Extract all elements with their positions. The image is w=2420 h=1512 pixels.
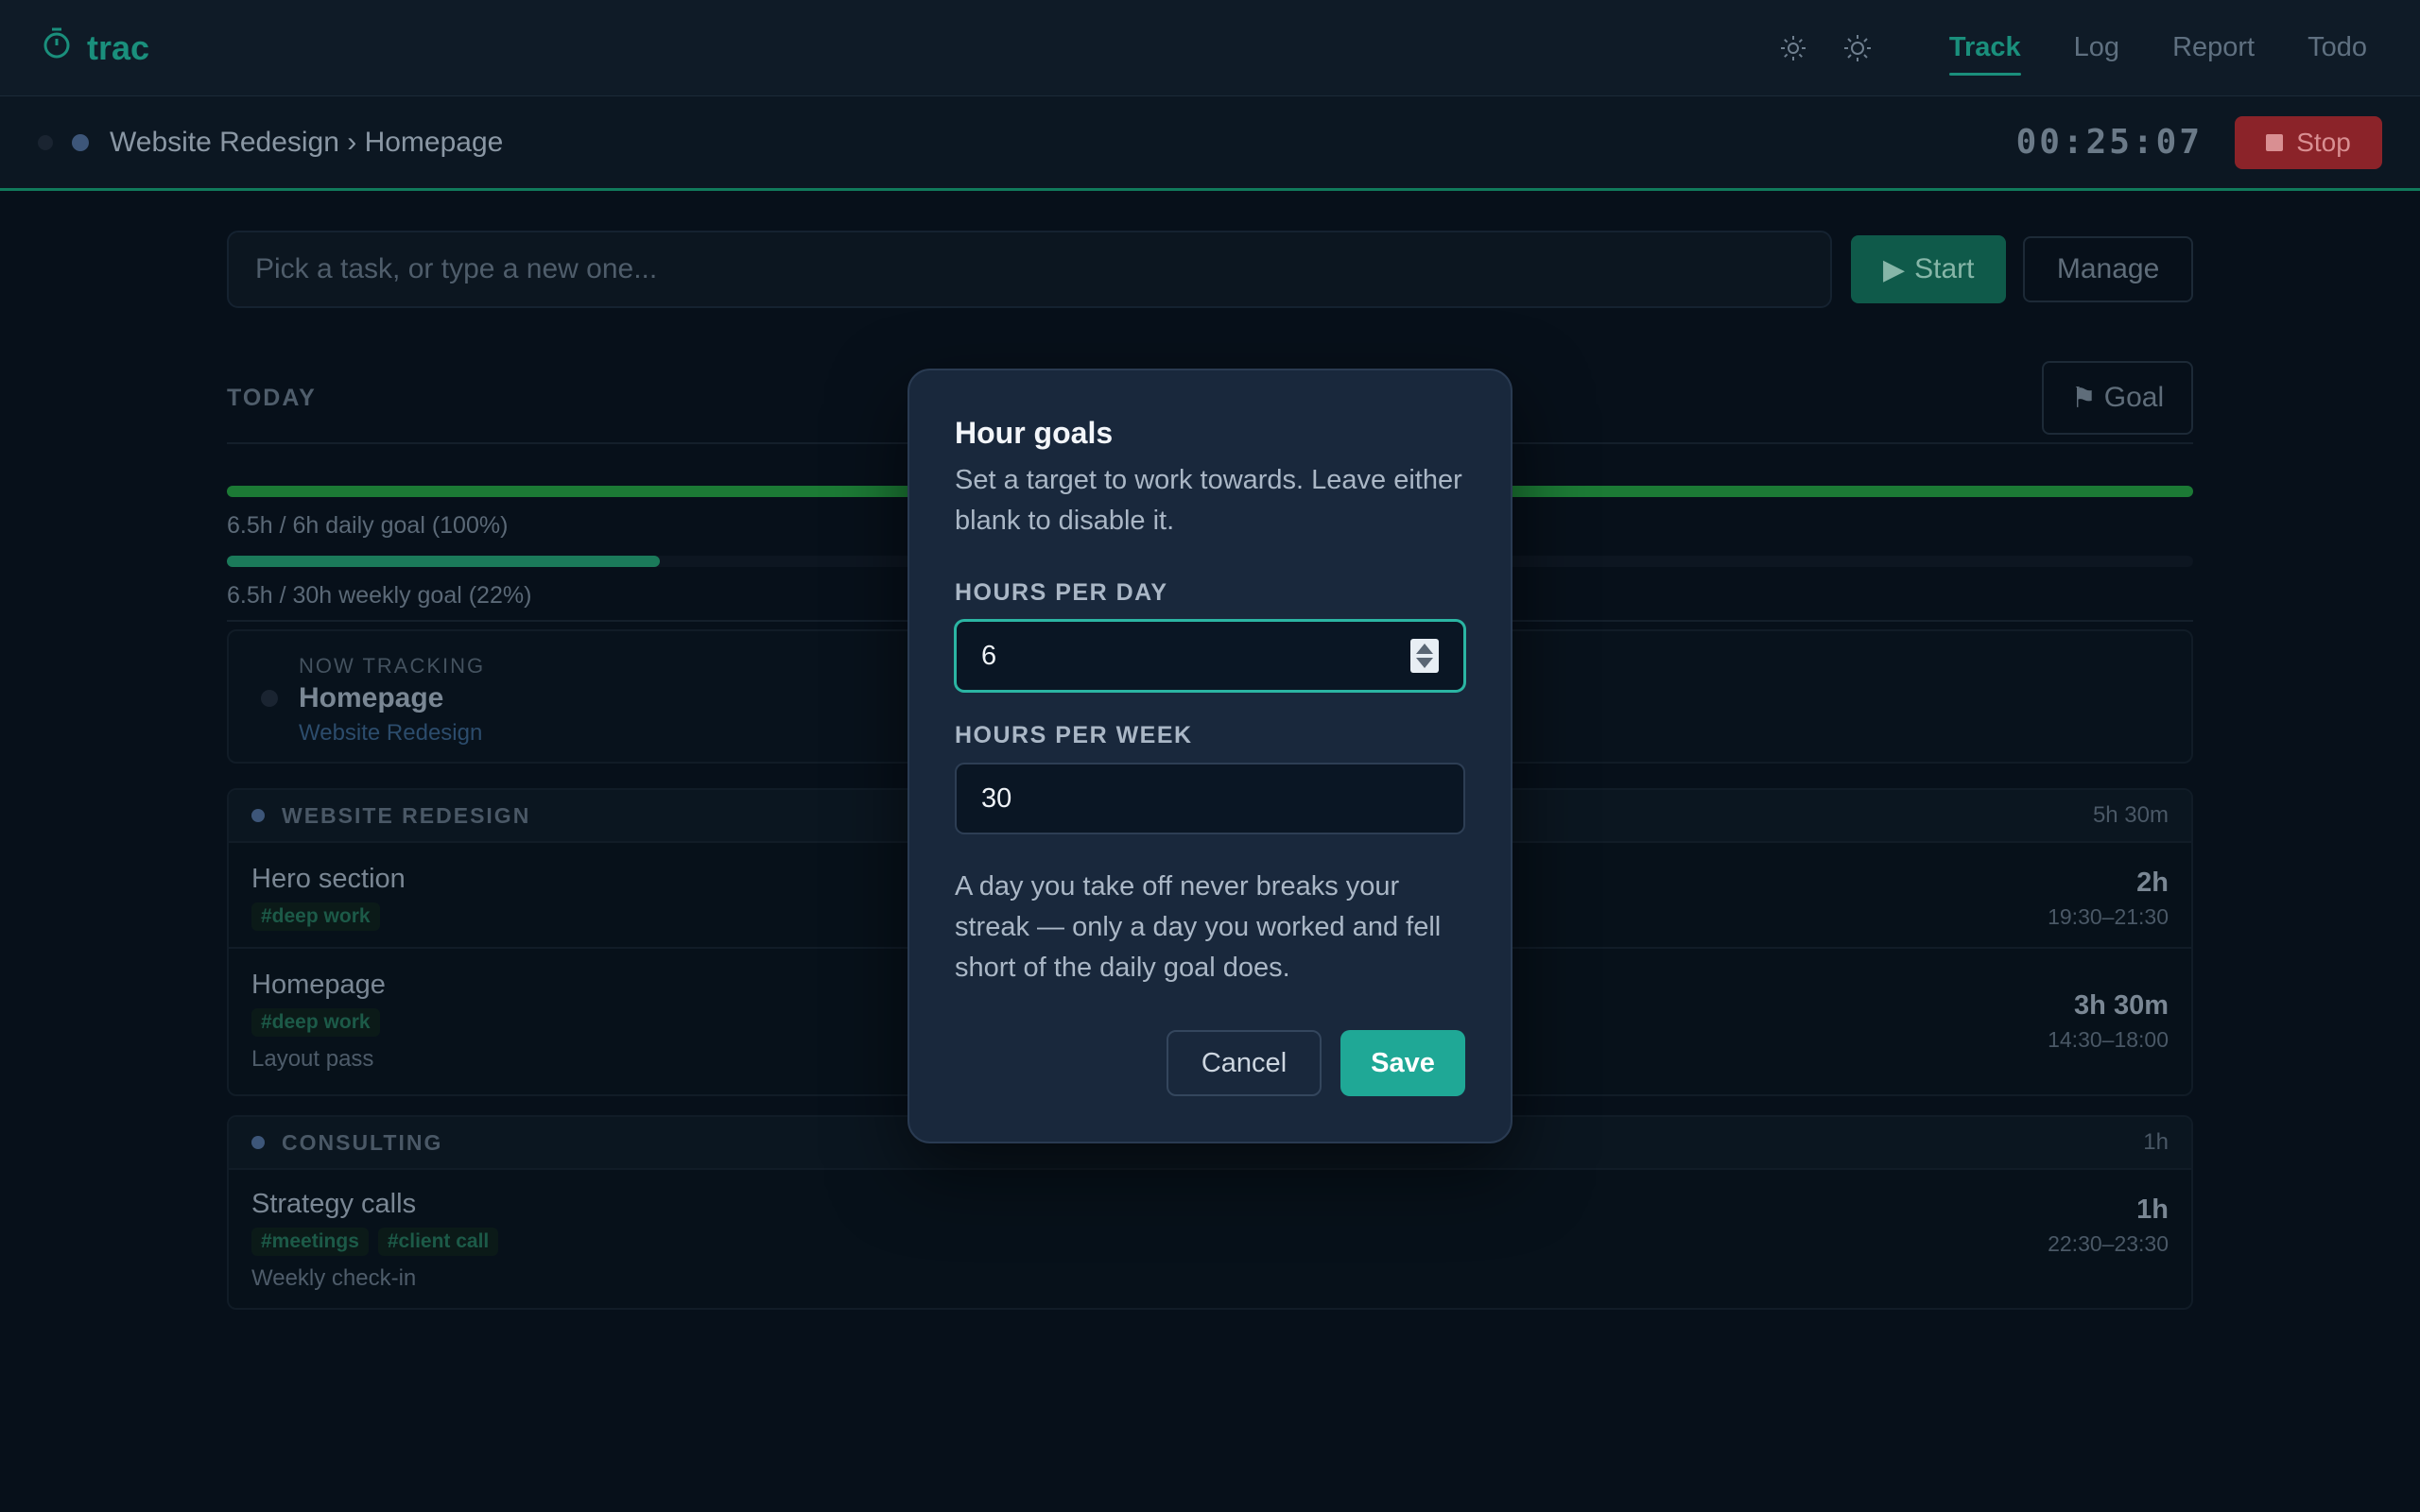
number-spinner[interactable] bbox=[1410, 639, 1439, 673]
hours-per-day-input[interactable]: 6 bbox=[955, 620, 1465, 692]
spinner-down-icon[interactable] bbox=[1416, 658, 1433, 668]
hours-per-week-label: HOURS PER WEEK bbox=[955, 722, 1193, 748]
hour-goals-dialog: Hour goals Set a target to work towards.… bbox=[908, 369, 1512, 1143]
dialog-description: Set a target to work towards. Leave eith… bbox=[955, 465, 1462, 536]
hours-per-week-input[interactable]: 30 bbox=[955, 763, 1465, 834]
dialog-title: Hour goals bbox=[955, 416, 1114, 450]
hours-per-day-label: HOURS PER DAY bbox=[955, 579, 1168, 606]
hours-per-week-value: 30 bbox=[981, 782, 1012, 814]
spinner-up-icon[interactable] bbox=[1416, 644, 1433, 654]
cancel-button[interactable]: Cancel bbox=[1167, 1030, 1322, 1096]
streak-note: A day you take off never breaks your str… bbox=[955, 871, 1442, 983]
hours-per-day-value: 6 bbox=[981, 640, 997, 671]
save-button[interactable]: Save bbox=[1340, 1030, 1465, 1096]
